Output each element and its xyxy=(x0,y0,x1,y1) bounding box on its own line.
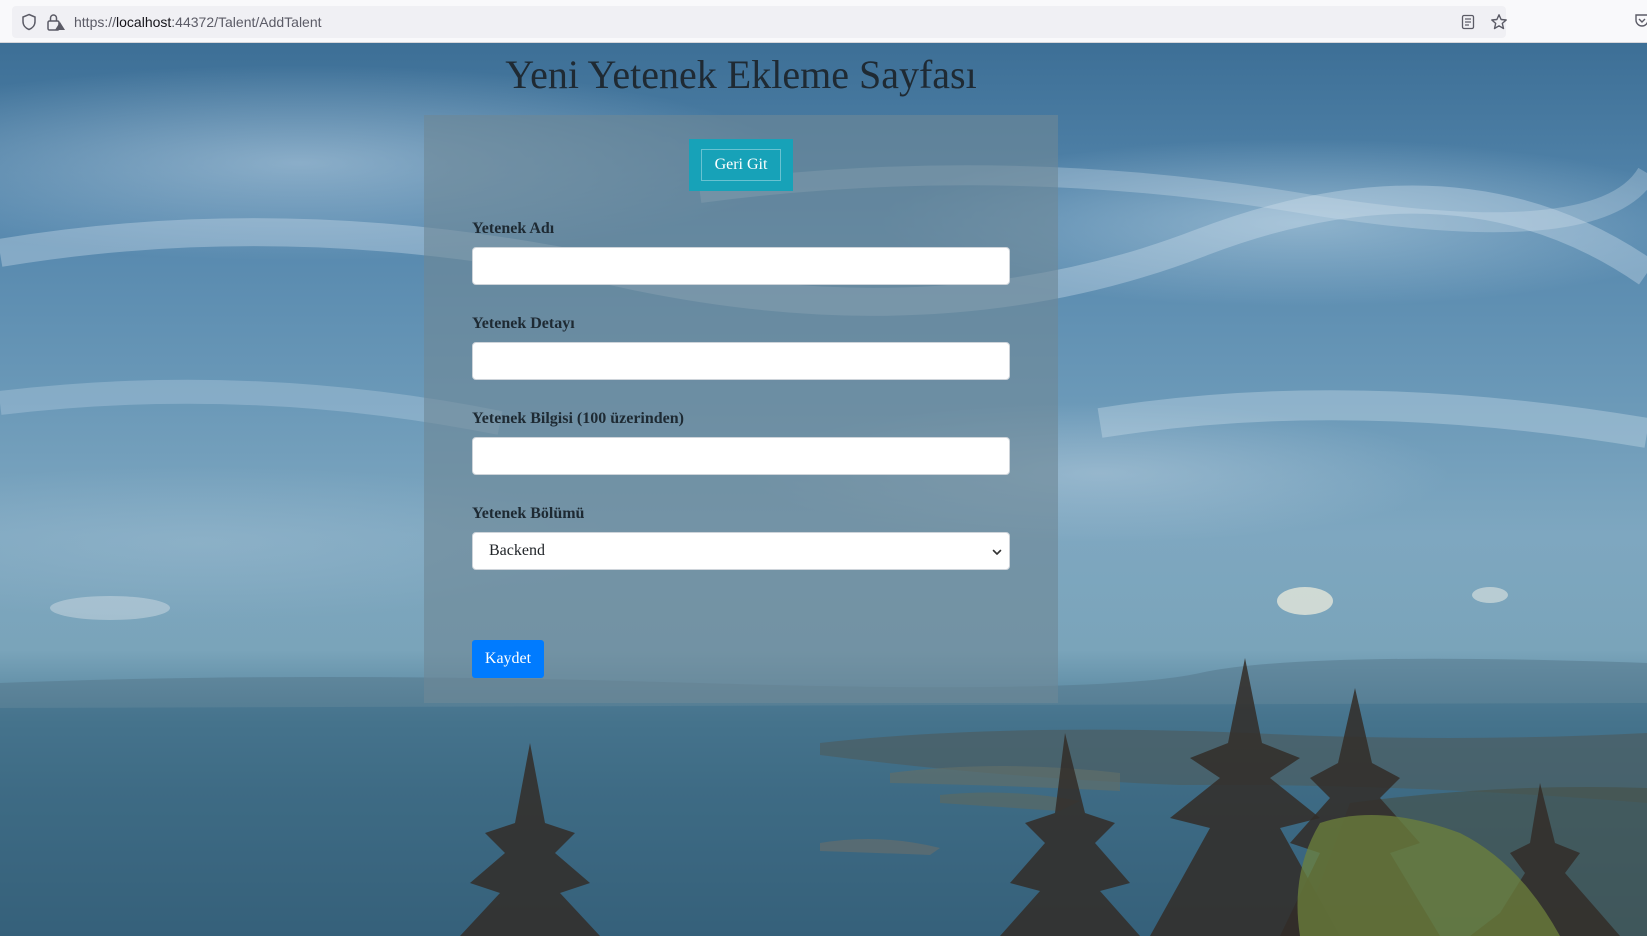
page-body: Yeni Yetenek Ekleme Sayfası Geri Git Yet… xyxy=(0,43,1647,936)
talent-level-input[interactable] xyxy=(472,437,1010,475)
back-button[interactable]: Geri Git xyxy=(689,139,793,191)
talent-detail-label: Yetenek Detayı xyxy=(472,315,575,332)
reader-view-icon[interactable] xyxy=(1460,14,1476,30)
url-host: localhost xyxy=(116,14,172,30)
lock-icon[interactable] xyxy=(46,13,66,31)
url-text[interactable]: https://localhost:44372/Talent/AddTalent xyxy=(74,14,322,30)
pocket-icon[interactable] xyxy=(1634,12,1647,28)
save-button[interactable]: Kaydet xyxy=(472,640,544,678)
talent-section-selected-value: Backend xyxy=(489,542,545,559)
browser-toolbar: https://localhost:44372/Talent/AddTalent xyxy=(0,0,1647,43)
url-scheme: https:// xyxy=(74,14,117,30)
shield-icon[interactable] xyxy=(20,13,38,31)
back-button-label: Geri Git xyxy=(701,149,781,181)
talent-section-group: Yetenek Bölümü Backend xyxy=(472,504,1010,570)
talent-section-select[interactable]: Backend xyxy=(472,532,1010,570)
talent-section-label: Yetenek Bölümü xyxy=(472,505,585,522)
talent-level-group: Yetenek Bilgisi (100 üzerinden) xyxy=(472,409,1010,475)
talent-detail-input[interactable] xyxy=(472,342,1010,380)
bookmark-star-icon[interactable] xyxy=(1490,13,1508,31)
address-bar[interactable]: https://localhost:44372/Talent/AddTalent xyxy=(12,6,1508,38)
chevron-down-icon xyxy=(992,549,1002,555)
talent-name-input[interactable] xyxy=(472,247,1010,285)
add-talent-form: Geri Git Yetenek Adı Yetenek Detayı Yete… xyxy=(424,115,1058,703)
talent-level-label: Yetenek Bilgisi (100 üzerinden) xyxy=(472,410,684,427)
talent-detail-group: Yetenek Detayı xyxy=(472,314,1010,380)
talent-name-label: Yetenek Adı xyxy=(472,220,555,237)
url-path: :44372/Talent/AddTalent xyxy=(171,14,322,30)
talent-name-group: Yetenek Adı xyxy=(472,219,1010,285)
page-title: Yeni Yetenek Ekleme Sayfası xyxy=(505,52,977,97)
